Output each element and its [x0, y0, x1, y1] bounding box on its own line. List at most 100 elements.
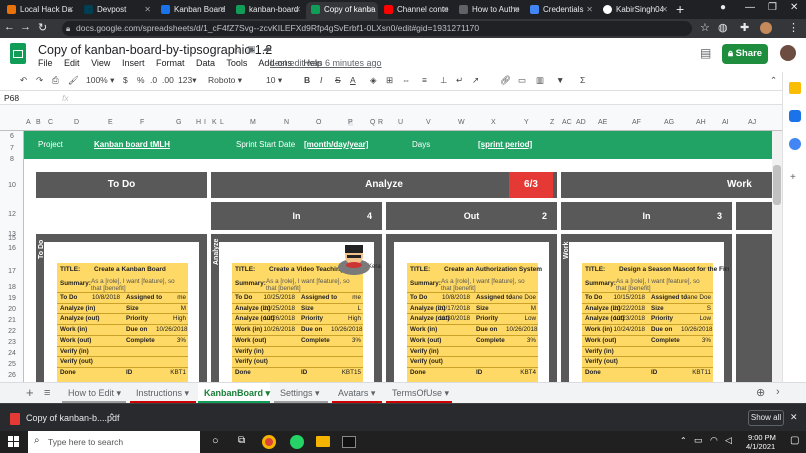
- browser-tab[interactable]: KabirSingh04✕: [598, 2, 672, 19]
- sheet-grid[interactable]: Project Kanban board tMLH Sprint Start D…: [24, 131, 772, 382]
- row-header[interactable]: 10: [0, 182, 24, 189]
- days-value[interactable]: [sprint period]: [478, 140, 532, 149]
- project-value[interactable]: Kanban board tMLH: [94, 140, 170, 149]
- row-header[interactable]: 8: [0, 156, 24, 163]
- keep-icon[interactable]: [789, 82, 801, 94]
- row-header[interactable]: 20: [0, 306, 24, 313]
- col-header[interactable]: AC: [562, 119, 572, 126]
- row-header[interactable]: 26: [0, 372, 24, 379]
- sheet-tab-settings[interactable]: Settings ▾: [274, 383, 328, 403]
- browser-tab[interactable]: How to Authe✕: [454, 2, 524, 19]
- filter-icon[interactable]: ▼: [556, 75, 564, 85]
- row-header[interactable]: 19: [0, 295, 24, 302]
- collapse-panel-icon[interactable]: ›: [776, 386, 780, 398]
- clock-date[interactable]: 4/1/2021: [746, 442, 775, 451]
- reload-icon[interactable]: ↻: [38, 21, 47, 34]
- chrome-icon[interactable]: [262, 435, 276, 449]
- browser-tab[interactable]: Devpost✕: [79, 2, 155, 19]
- merge-icon[interactable]: ⇔: [402, 75, 411, 85]
- last-edit-link[interactable]: Last edit was 6 minutes ago: [270, 58, 382, 68]
- forward-icon[interactable]: →: [20, 21, 31, 33]
- tray-up-icon[interactable]: ⌃: [680, 436, 687, 445]
- calendar-icon[interactable]: [789, 138, 801, 150]
- bold-button[interactable]: B: [304, 75, 310, 85]
- name-box[interactable]: P68: [4, 93, 19, 103]
- col-header[interactable]: F: [140, 119, 144, 126]
- close-icon[interactable]: ✕: [67, 2, 74, 17]
- explore-icon[interactable]: ⊕: [756, 386, 765, 399]
- col-header[interactable]: AI: [722, 119, 729, 126]
- col-header[interactable]: L: [220, 119, 224, 126]
- whatsapp-icon[interactable]: [290, 435, 304, 449]
- col-header[interactable]: K: [212, 119, 217, 126]
- col-header[interactable]: A: [26, 119, 31, 126]
- row-header[interactable]: 16: [0, 245, 24, 252]
- fill-color-icon[interactable]: ◈: [370, 75, 377, 86]
- tab-search-icon[interactable]: ●: [720, 2, 726, 13]
- row-header[interactable]: 15: [0, 235, 24, 242]
- functions-icon[interactable]: Σ: [580, 75, 585, 85]
- row-header[interactable]: 24: [0, 350, 24, 357]
- cortana-icon[interactable]: ○: [212, 435, 219, 447]
- new-tab-button[interactable]: +: [676, 1, 684, 17]
- plus-icon[interactable]: +: [790, 172, 796, 183]
- back-icon[interactable]: ←: [4, 21, 15, 33]
- browser-tab[interactable]: Local Hack Da✕: [2, 2, 78, 19]
- close-icon[interactable]: ✕: [586, 2, 593, 17]
- menu-file[interactable]: File: [38, 58, 53, 68]
- row-header[interactable]: 23: [0, 339, 24, 346]
- font-size-select[interactable]: 10 ▾: [266, 75, 282, 86]
- profile-avatar[interactable]: [760, 22, 772, 34]
- move-icon[interactable]: ▣: [247, 44, 256, 55]
- volume-icon[interactable]: ◁: [725, 435, 732, 446]
- close-icon[interactable]: ✕: [294, 2, 301, 17]
- borders-icon[interactable]: ⊞: [386, 75, 393, 86]
- col-header[interactable]: M: [250, 119, 256, 126]
- undo-icon[interactable]: ↶: [20, 75, 27, 86]
- paint-format-icon[interactable]: 🖌︎: [68, 75, 79, 86]
- rotate-icon[interactable]: ↗: [472, 75, 479, 86]
- browser-tab[interactable]: Kanban Board✕: [156, 2, 230, 19]
- puzzle-icon[interactable]: ✚: [740, 21, 749, 34]
- col-header[interactable]: Q: [370, 119, 375, 126]
- browser-tab[interactable]: Credentials✕: [525, 2, 597, 19]
- decrease-decimal-button[interactable]: .0: [150, 75, 157, 85]
- col-header[interactable]: E: [108, 119, 113, 126]
- col-header[interactable]: AG: [664, 119, 674, 126]
- col-header[interactable]: AD: [576, 119, 586, 126]
- col-header[interactable]: V: [426, 119, 431, 126]
- close-icon[interactable]: ✕: [513, 2, 520, 17]
- col-header[interactable]: U: [398, 119, 403, 126]
- col-header[interactable]: W: [458, 119, 465, 126]
- share-button[interactable]: 🔒︎ Share: [722, 44, 768, 64]
- download-file-name[interactable]: Copy of kanban-b....pdf: [26, 413, 120, 423]
- battery-icon[interactable]: ▭: [694, 435, 703, 446]
- col-header[interactable]: H: [196, 119, 201, 126]
- col-header[interactable]: N: [284, 119, 289, 126]
- wrap-icon[interactable]: ↵: [456, 75, 463, 86]
- col-header[interactable]: D: [74, 119, 79, 126]
- col-header[interactable]: R: [378, 119, 383, 126]
- sheet-tab-instructions[interactable]: Instructions ▾: [130, 383, 196, 403]
- col-header[interactable]: AJ: [748, 119, 756, 126]
- add-sheet-icon[interactable]: +: [26, 385, 34, 400]
- sheets-logo-icon[interactable]: [10, 43, 26, 64]
- row-header[interactable]: 25: [0, 361, 24, 368]
- percent-button[interactable]: %: [137, 75, 145, 85]
- sheet-tab-termsofuse[interactable]: TermsOfUse ▾: [386, 383, 452, 403]
- menu-edit[interactable]: Edit: [64, 58, 80, 68]
- chart-icon[interactable]: ▥: [536, 75, 544, 86]
- row-header[interactable]: 17: [0, 268, 24, 275]
- more-formats-button[interactable]: 123▾: [178, 75, 196, 86]
- col-header-selected[interactable]: P: [348, 119, 353, 126]
- wifi-icon[interactable]: ◠: [710, 435, 718, 446]
- row-header[interactable]: 6: [0, 133, 24, 140]
- user-avatar[interactable]: [780, 45, 796, 61]
- browser-tab[interactable]: Channel conte✕: [379, 2, 453, 19]
- zoom-select[interactable]: 100% ▾: [86, 75, 114, 86]
- currency-button[interactable]: $: [123, 75, 128, 85]
- browser-menu-icon[interactable]: ⋮: [788, 21, 799, 34]
- col-header[interactable]: I: [204, 119, 206, 126]
- col-header[interactable]: AE: [598, 119, 607, 126]
- sheet-tab-avatars[interactable]: Avatars ▾: [332, 383, 382, 403]
